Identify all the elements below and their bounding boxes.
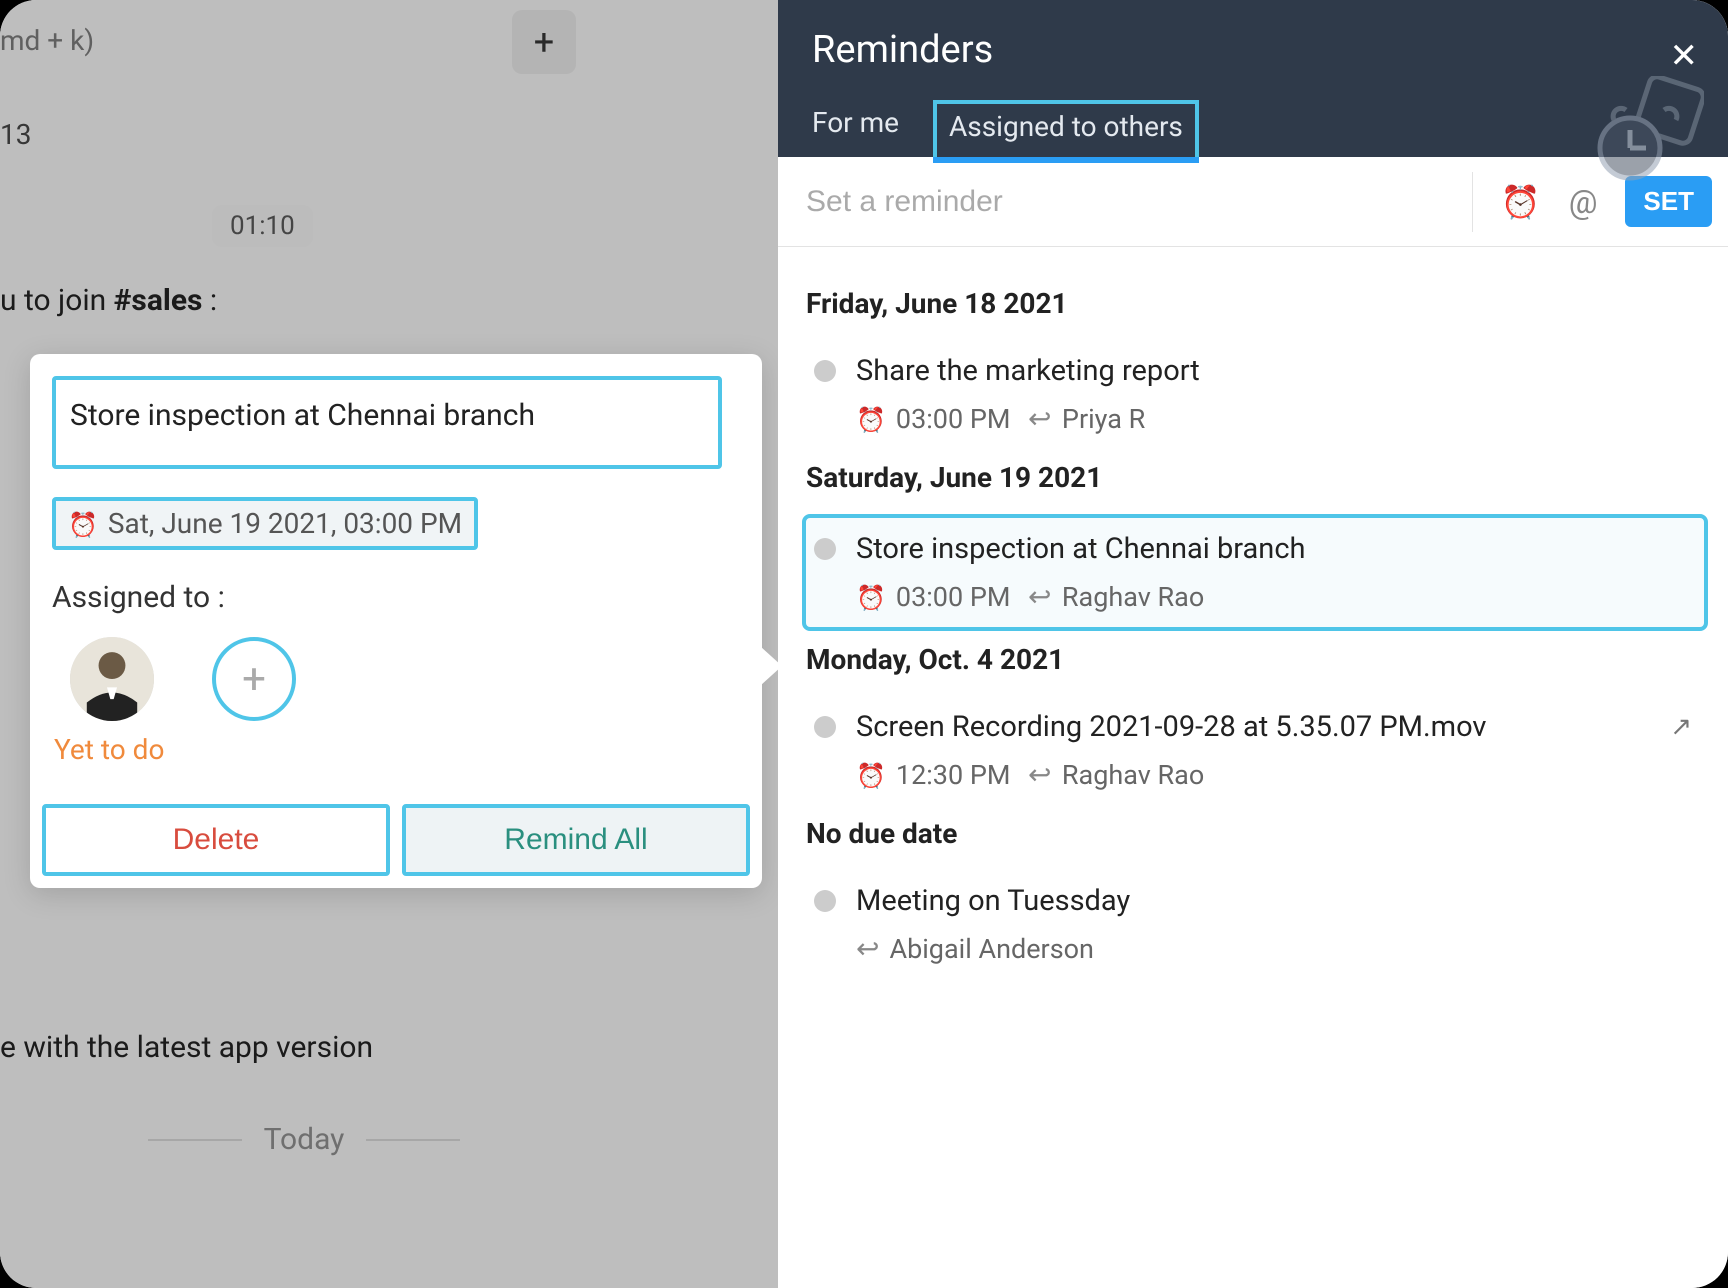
reminder-assignee-name: Abigail Anderson [889, 933, 1093, 965]
reminder-assignee: Priya R [1028, 402, 1145, 435]
unread-count: 13 [0, 118, 31, 151]
clock-icon [856, 581, 886, 613]
popup-actions: Delete Remind All [30, 804, 762, 888]
reminder-time-text: 12:30 PM [896, 759, 1011, 791]
reminders-panel: Reminders For me Assigned to others [778, 0, 1728, 1288]
clock-icon [856, 403, 886, 435]
mention-icon[interactable] [1569, 183, 1598, 221]
reminders-list: Friday, June 18 2021 Share the marketing … [778, 247, 1728, 1003]
status-dot-icon[interactable] [814, 716, 836, 738]
reminder-item[interactable]: Share the marketing report 03:00 PM Priya … [806, 340, 1704, 449]
date-group-header: Monday, Oct. 4 2021 [806, 643, 1704, 676]
reminder-item[interactable]: Screen Recording 2021-09-28 at 5.35.07 P… [806, 696, 1704, 805]
reminder-edit-popup: Store inspection at Chennai branch Sat, … [30, 354, 762, 888]
reminder-item-top: Share the marketing report [814, 354, 1692, 388]
external-link-icon[interactable] [1670, 712, 1692, 742]
assigned-arrow-icon [1028, 580, 1051, 613]
clock-icon [856, 759, 886, 791]
today-label: Today [264, 1122, 345, 1157]
compose-plus-button[interactable] [512, 10, 576, 74]
reminder-time-text: 03:00 PM [896, 581, 1011, 613]
assigned-arrow-icon [856, 932, 879, 965]
app-frame: md + k) 13 01:10 u to join #sales : e wi… [0, 0, 1728, 1288]
date-group-header: Saturday, June 19 2021 [806, 461, 1704, 494]
clock-icon [68, 507, 98, 540]
app-version-text: e with the latest app version [0, 1030, 373, 1065]
add-assignee-button[interactable] [212, 637, 296, 721]
date-group-header: No due date [806, 817, 1704, 850]
delete-button[interactable]: Delete [42, 804, 390, 876]
reminder-assignee: Abigail Anderson [856, 932, 1094, 965]
tab-for-me[interactable]: For me [812, 106, 899, 157]
assigned-to-label: Assigned to : [52, 580, 740, 615]
reminder-time: 12:30 PM [856, 759, 1010, 791]
status-dot-icon[interactable] [814, 538, 836, 560]
reminder-item[interactable]: Meeting on Tuessday Abigail Anderson [806, 870, 1704, 979]
panel-title: Reminders [812, 28, 1694, 72]
assigned-arrow-icon [1028, 758, 1051, 791]
reminder-time: 03:00 PM [856, 403, 1010, 435]
reminder-item-title: Store inspection at Chennai branch [856, 532, 1305, 566]
tab-assigned-to-others[interactable]: Assigned to others [933, 100, 1199, 157]
reminder-datetime-text: Sat, June 19 2021, 03:00 PM [108, 507, 462, 540]
assignee-avatar[interactable] [70, 637, 154, 721]
reminder-item-top: Meeting on Tuessday [814, 884, 1692, 918]
reminder-title-input[interactable]: Store inspection at Chennai branch [52, 376, 722, 469]
status-dot-icon[interactable] [814, 360, 836, 382]
reminder-assignee: Raghav Rao [1028, 580, 1204, 613]
reminder-item-top: Screen Recording 2021-09-28 at 5.35.07 P… [814, 710, 1692, 744]
today-divider: Today [0, 1122, 608, 1157]
join-channel-text: u to join #sales : [0, 283, 217, 318]
date-group-header: Friday, June 18 2021 [806, 287, 1704, 320]
assignee-row [52, 637, 740, 721]
avatar-icon [70, 637, 154, 721]
reminder-time-text: 03:00 PM [896, 403, 1011, 435]
reminder-item-title: Meeting on Tuessday [856, 884, 1130, 918]
alarm-icon[interactable] [1501, 183, 1541, 221]
reminder-assignee: Raghav Rao [1028, 758, 1204, 791]
search-shortcut-hint: md + k) [0, 24, 94, 57]
reminder-assignee-name: Raghav Rao [1062, 759, 1204, 791]
assigned-arrow-icon [1028, 402, 1051, 435]
plus-icon [534, 21, 554, 63]
status-dot-icon[interactable] [814, 890, 836, 912]
panel-tabs: For me Assigned to others [812, 100, 1694, 157]
reminder-item[interactable]: Store inspection at Chennai branch 03:00 … [802, 514, 1708, 631]
reminder-item-top: Store inspection at Chennai branch [814, 532, 1692, 566]
reminder-item-meta: Abigail Anderson [856, 932, 1692, 965]
reminder-item-title: Screen Recording 2021-09-28 at 5.35.07 P… [856, 710, 1486, 744]
plus-icon [242, 655, 266, 704]
header-clock-decor [1564, 76, 1704, 186]
reminder-item-meta: 12:30 PM Raghav Rao [856, 758, 1692, 791]
close-panel-button[interactable] [1670, 36, 1699, 76]
reminder-time: 03:00 PM [856, 581, 1010, 613]
reminder-assignee-name: Raghav Rao [1062, 581, 1204, 613]
reminder-item-title: Share the marketing report [856, 354, 1200, 388]
reminder-text-input[interactable] [806, 185, 1472, 219]
reminder-assignee-name: Priya R [1062, 403, 1145, 435]
reminder-datetime-chip[interactable]: Sat, June 19 2021, 03:00 PM [52, 497, 478, 550]
panel-header: Reminders For me Assigned to others [778, 0, 1728, 157]
message-time-badge: 01:10 [212, 205, 313, 247]
remind-all-button[interactable]: Remind All [402, 804, 750, 876]
reminder-status: Yet to do [54, 733, 740, 766]
close-icon [1670, 36, 1699, 76]
reminder-item-meta: 03:00 PM Raghav Rao [856, 580, 1692, 613]
reminder-item-meta: 03:00 PM Priya R [856, 402, 1692, 435]
